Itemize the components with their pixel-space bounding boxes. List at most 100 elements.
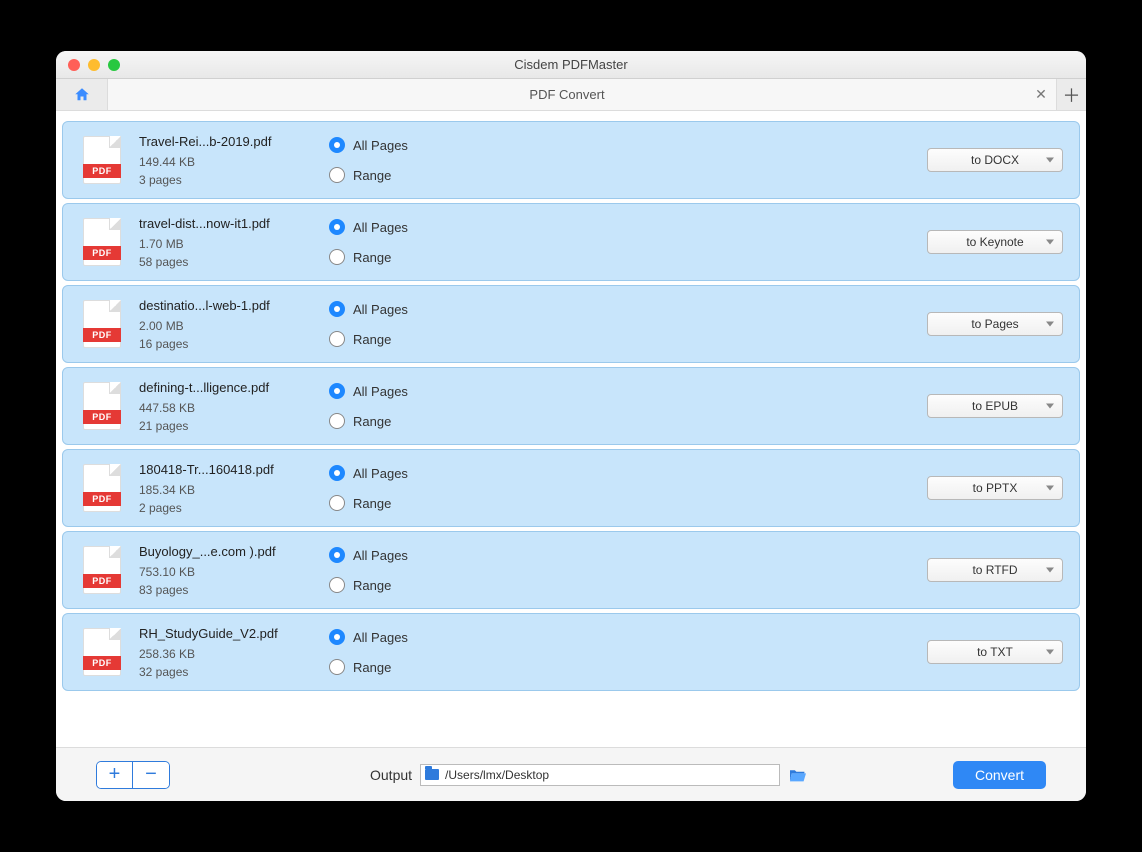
file-row[interactable]: PDF RH_StudyGuide_V2.pdf 258.36 KB 32 pa… [62,613,1080,691]
close-tab-button[interactable]: ✕ [1026,86,1056,103]
range-radio[interactable]: Range [329,331,408,347]
pdf-badge: PDF [83,574,121,588]
radio-label: All Pages [353,220,408,235]
all-pages-radio[interactable]: All Pages [329,137,408,153]
page-range-group: All Pages Range [329,137,408,183]
output-path-field[interactable]: /Users/lmx/Desktop [420,764,780,786]
pdf-icon: PDF [83,546,121,594]
radio-indicator [329,659,345,675]
radio-label: Range [353,578,391,593]
radio-indicator [329,547,345,563]
all-pages-radio[interactable]: All Pages [329,219,408,235]
all-pages-radio[interactable]: All Pages [329,629,408,645]
output-format-select[interactable]: to Pages [927,312,1063,336]
file-row[interactable]: PDF 180418-Tr...160418.pdf 185.34 KB 2 p… [62,449,1080,527]
close-window-button[interactable] [68,59,80,71]
output-format-select[interactable]: to PPTX [927,476,1063,500]
convert-button[interactable]: Convert [953,761,1046,789]
file-size: 753.10 KB [139,565,319,579]
pdf-icon: PDF [83,628,121,676]
radio-indicator [329,577,345,593]
add-tab-button[interactable]: ＋ [1056,79,1086,110]
browse-output-button[interactable] [788,767,808,783]
output-format-select[interactable]: to Keynote [927,230,1063,254]
page-range-group: All Pages Range [329,547,408,593]
home-icon [72,86,92,104]
tab-title: PDF Convert [108,87,1026,102]
range-radio[interactable]: Range [329,495,408,511]
pdf-icon: PDF [83,464,121,512]
output-format-select[interactable]: to RTFD [927,558,1063,582]
output-format-select[interactable]: to EPUB [927,394,1063,418]
radio-label: Range [353,168,391,183]
radio-label: All Pages [353,384,408,399]
range-radio[interactable]: Range [329,413,408,429]
radio-label: Range [353,496,391,511]
file-name: Buyology_...e.com ).pdf [139,544,319,559]
all-pages-radio[interactable]: All Pages [329,547,408,563]
output-path: /Users/lmx/Desktop [445,768,549,782]
radio-label: All Pages [353,548,408,563]
folder-icon [425,769,439,780]
output-format-select[interactable]: to DOCX [927,148,1063,172]
file-size: 1.70 MB [139,237,319,251]
range-radio[interactable]: Range [329,249,408,265]
file-pages: 2 pages [139,501,319,515]
radio-label: All Pages [353,466,408,481]
radio-label: Range [353,660,391,675]
file-info: Travel-Rei...b-2019.pdf 149.44 KB 3 page… [139,134,319,187]
radio-label: Range [353,250,391,265]
traffic-lights [56,59,120,71]
remove-file-button[interactable]: − [133,762,169,788]
file-pages: 58 pages [139,255,319,269]
pdf-badge: PDF [83,656,121,670]
format-value: to Keynote [966,235,1023,249]
output-format-select[interactable]: to TXT [927,640,1063,664]
pdf-badge: PDF [83,164,121,178]
app-window: Cisdem PDFMaster PDF Convert ✕ ＋ PDF Tra… [56,51,1086,801]
file-row[interactable]: PDF Buyology_...e.com ).pdf 753.10 KB 83… [62,531,1080,609]
file-name: destinatio...l-web-1.pdf [139,298,319,313]
pdf-badge: PDF [83,492,121,506]
maximize-window-button[interactable] [108,59,120,71]
file-row[interactable]: PDF travel-dist...now-it1.pdf 1.70 MB 58… [62,203,1080,281]
footer: + − Output /Users/lmx/Desktop Convert [56,747,1086,801]
radio-indicator [329,167,345,183]
file-row[interactable]: PDF Travel-Rei...b-2019.pdf 149.44 KB 3 … [62,121,1080,199]
add-file-button[interactable]: + [97,762,133,788]
radio-indicator [329,249,345,265]
radio-label: Range [353,332,391,347]
file-info: destinatio...l-web-1.pdf 2.00 MB 16 page… [139,298,319,351]
radio-indicator [329,629,345,645]
file-name: defining-t...lligence.pdf [139,380,319,395]
all-pages-radio[interactable]: All Pages [329,383,408,399]
radio-indicator [329,137,345,153]
output-label: Output [370,767,412,783]
minimize-window-button[interactable] [88,59,100,71]
radio-indicator [329,495,345,511]
all-pages-radio[interactable]: All Pages [329,465,408,481]
file-row[interactable]: PDF destinatio...l-web-1.pdf 2.00 MB 16 … [62,285,1080,363]
all-pages-radio[interactable]: All Pages [329,301,408,317]
file-row[interactable]: PDF defining-t...lligence.pdf 447.58 KB … [62,367,1080,445]
page-range-group: All Pages Range [329,219,408,265]
file-pages: 3 pages [139,173,319,187]
page-range-group: All Pages Range [329,301,408,347]
file-pages: 32 pages [139,665,319,679]
range-radio[interactable]: Range [329,659,408,675]
pdf-icon: PDF [83,218,121,266]
page-range-group: All Pages Range [329,383,408,429]
file-info: travel-dist...now-it1.pdf 1.70 MB 58 pag… [139,216,319,269]
pdf-badge: PDF [83,246,121,260]
home-button[interactable] [56,79,108,110]
file-info: RH_StudyGuide_V2.pdf 258.36 KB 32 pages [139,626,319,679]
file-info: 180418-Tr...160418.pdf 185.34 KB 2 pages [139,462,319,515]
add-remove-group: + − [96,761,170,789]
radio-label: All Pages [353,630,408,645]
format-value: to EPUB [972,399,1018,413]
file-size: 447.58 KB [139,401,319,415]
window-title: Cisdem PDFMaster [56,57,1086,72]
range-radio[interactable]: Range [329,577,408,593]
range-radio[interactable]: Range [329,167,408,183]
pdf-icon: PDF [83,136,121,184]
